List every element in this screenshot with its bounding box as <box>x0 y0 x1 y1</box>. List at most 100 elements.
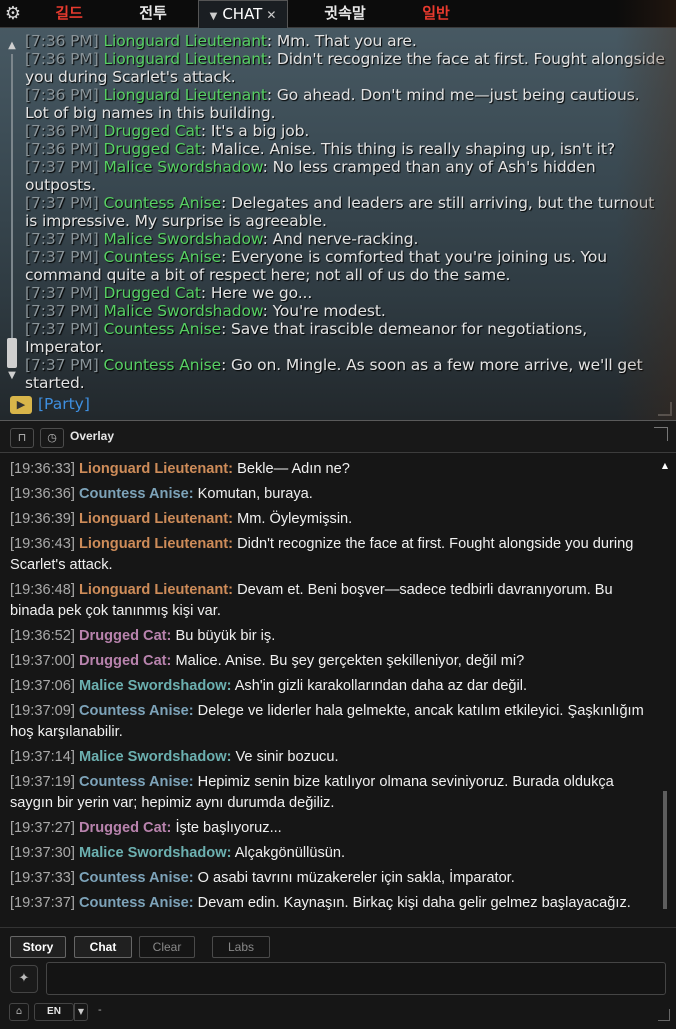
message-input[interactable] <box>46 962 666 995</box>
speaker-name: Lionguard Lieutenant: <box>78 461 234 477</box>
scroll-up-icon[interactable]: ▲ <box>4 40 20 52</box>
overlay-message: [19:36:36] Countess Anise: Komutan, bura… <box>10 482 656 507</box>
home-icon[interactable]: ⌂ <box>9 1003 29 1021</box>
message-text: Alçakgönüllüsün. <box>234 845 346 861</box>
timestamp: [7:37 PM] <box>25 230 99 248</box>
scroll-up-icon[interactable]: ▲ <box>660 461 670 471</box>
gear-icon[interactable]: ⚙ <box>3 4 23 24</box>
timestamp: [19:37:37] <box>10 895 75 911</box>
overlay-message: [19:37:06] Malice Swordshadow: Ash'in gi… <box>10 674 656 699</box>
tab-combat[interactable]: 전투 <box>122 0 184 28</box>
timestamp: [7:36 PM] <box>25 122 99 140</box>
overlay-scrollbar[interactable]: ▲ <box>660 461 670 925</box>
scroll-thumb[interactable] <box>7 338 17 368</box>
timestamp: [7:37 PM] <box>25 194 99 212</box>
timestamp: [7:37 PM] <box>25 248 99 266</box>
lock-icon[interactable]: ⊓ <box>10 428 34 448</box>
corner-grip-icon[interactable] <box>654 427 668 441</box>
speaker-name: Countess Anise: <box>78 774 194 790</box>
speaker-name[interactable]: Countess Anise <box>103 248 221 266</box>
message-text: : And nerve-racking. <box>262 230 419 248</box>
speaker-name[interactable]: Drugged Cat <box>103 284 201 302</box>
language-suffix: - <box>98 1004 102 1016</box>
timestamp: [7:37 PM] <box>25 320 99 338</box>
overlay-tabs: Story Chat Clear Labs <box>0 927 676 959</box>
game-chat-line: [7:37 PM] Malice Swordshadow: And nerve-… <box>25 230 667 248</box>
overlay-message: [19:37:33] Countess Anise: O asabi tavrı… <box>10 866 656 891</box>
speaker-name[interactable]: Lionguard Lieutenant <box>103 86 267 104</box>
speaker-name[interactable]: Lionguard Lieutenant <box>103 50 267 68</box>
message-text: O asabi tavrını müzakereler için sakla, … <box>197 870 515 886</box>
timestamp: [7:37 PM] <box>25 284 99 302</box>
game-chat-scrollbar[interactable]: ▲ ▼ <box>4 40 20 382</box>
overlay-message: [19:37:37] Countess Anise: Devam edin. K… <box>10 891 656 916</box>
language-button[interactable]: EN <box>34 1003 74 1021</box>
message-text: : Here we go... <box>200 284 313 302</box>
timestamp: [7:36 PM] <box>25 140 99 158</box>
overlay-message: [19:37:00] Drugged Cat: Malice. Anise. B… <box>10 649 656 674</box>
speaker-name[interactable]: Malice Swordshadow <box>103 230 262 248</box>
overlay-footer: ⌂ EN ▼ - <box>0 999 676 1029</box>
message-text: Ve sinir bozucu. <box>235 749 339 765</box>
message-text: : It's a big job. <box>200 122 310 140</box>
tab-clear[interactable]: Clear <box>139 936 195 958</box>
speaker-name: Drugged Cat: <box>78 820 172 836</box>
overlay-message-log: [19:36:33] Lionguard Lieutenant: Bekle— … <box>10 457 656 923</box>
scroll-track[interactable] <box>11 54 13 368</box>
speaker-name[interactable]: Malice Swordshadow <box>103 158 262 176</box>
timestamp: [19:37:30] <box>10 845 75 861</box>
timestamp: [7:36 PM] <box>25 32 99 50</box>
tab-chat[interactable]: ▼ CHAT ✕ <box>198 0 288 28</box>
scroll-down-icon[interactable]: ▼ <box>4 370 20 382</box>
speaker-name: Lionguard Lieutenant: <box>78 511 234 527</box>
tab-general[interactable]: 일반 <box>405 0 467 28</box>
channel-selector[interactable]: ▶ [Party] <box>10 395 90 417</box>
message-text: : Mm. That you are. <box>266 32 417 50</box>
overlay-message: [19:37:19] Countess Anise: Hepimiz senin… <box>10 770 656 816</box>
game-chat-line: [7:36 PM] Lionguard Lieutenant: Go ahead… <box>25 86 667 122</box>
tab-story[interactable]: Story <box>10 936 66 958</box>
sparkle-icon[interactable]: ✦ <box>10 965 38 993</box>
overlay-message: [19:36:48] Lionguard Lieutenant: Devam e… <box>10 578 656 624</box>
speaker-name: Countess Anise: <box>78 870 194 886</box>
game-chat-line: [7:37 PM] Drugged Cat: Here we go... <box>25 284 667 302</box>
alarm-icon[interactable]: ◷ <box>40 428 64 448</box>
resize-handle[interactable] <box>658 1009 670 1021</box>
tab-chat[interactable]: Chat <box>74 936 132 958</box>
chevron-down-icon[interactable]: ▼ <box>74 1003 88 1021</box>
game-chat-line: [7:36 PM] Drugged Cat: It's a big job. <box>25 122 667 140</box>
close-icon[interactable]: ✕ <box>266 8 276 22</box>
overlay-message: [19:37:14] Malice Swordshadow: Ve sinir … <box>10 745 656 770</box>
speaker-name: Lionguard Lieutenant: <box>78 582 234 598</box>
message-text: : You're modest. <box>262 302 386 320</box>
message-text: Komutan, buraya. <box>197 486 313 502</box>
speaker-name: Malice Swordshadow: <box>78 845 232 861</box>
game-chat-line: [7:36 PM] Drugged Cat: Malice. Anise. Th… <box>25 140 667 158</box>
message-text: Bu büyük bir iş. <box>175 628 276 644</box>
chevron-down-icon[interactable]: ▼ <box>210 11 218 22</box>
overlay-message: [19:37:27] Drugged Cat: İşte başlıyoruz.… <box>10 816 656 841</box>
tab-whisper[interactable]: 귓속말 <box>305 0 385 28</box>
speaker-name[interactable]: Countess Anise <box>103 320 221 338</box>
tab-label: 귓속말 <box>324 4 366 22</box>
tab-label: CHAT <box>222 5 263 23</box>
game-chat-line: [7:37 PM] Countess Anise: Delegates and … <box>25 194 667 230</box>
timestamp: [19:37:06] <box>10 678 75 694</box>
speaker-name[interactable]: Drugged Cat <box>103 122 201 140</box>
timestamp: [7:37 PM] <box>25 302 99 320</box>
speaker-name: Countess Anise: <box>78 703 194 719</box>
speaker-name[interactable]: Countess Anise <box>103 356 221 374</box>
timestamp: [19:37:19] <box>10 774 75 790</box>
speaker-name[interactable]: Lionguard Lieutenant <box>103 32 267 50</box>
speech-bubble-icon[interactable]: ▶ <box>10 395 32 414</box>
tab-labs[interactable]: Labs <box>212 936 270 958</box>
speaker-name[interactable]: Drugged Cat <box>103 140 201 158</box>
speaker-name[interactable]: Malice Swordshadow <box>103 302 262 320</box>
speaker-name: Lionguard Lieutenant: <box>78 536 234 552</box>
resize-handle[interactable] <box>658 402 672 416</box>
tab-label: 길드 <box>55 4 83 22</box>
tab-guild[interactable]: 길드 <box>38 0 100 28</box>
scroll-thumb[interactable] <box>663 791 667 909</box>
speaker-name[interactable]: Countess Anise <box>103 194 221 212</box>
tab-label: 전투 <box>139 4 167 22</box>
